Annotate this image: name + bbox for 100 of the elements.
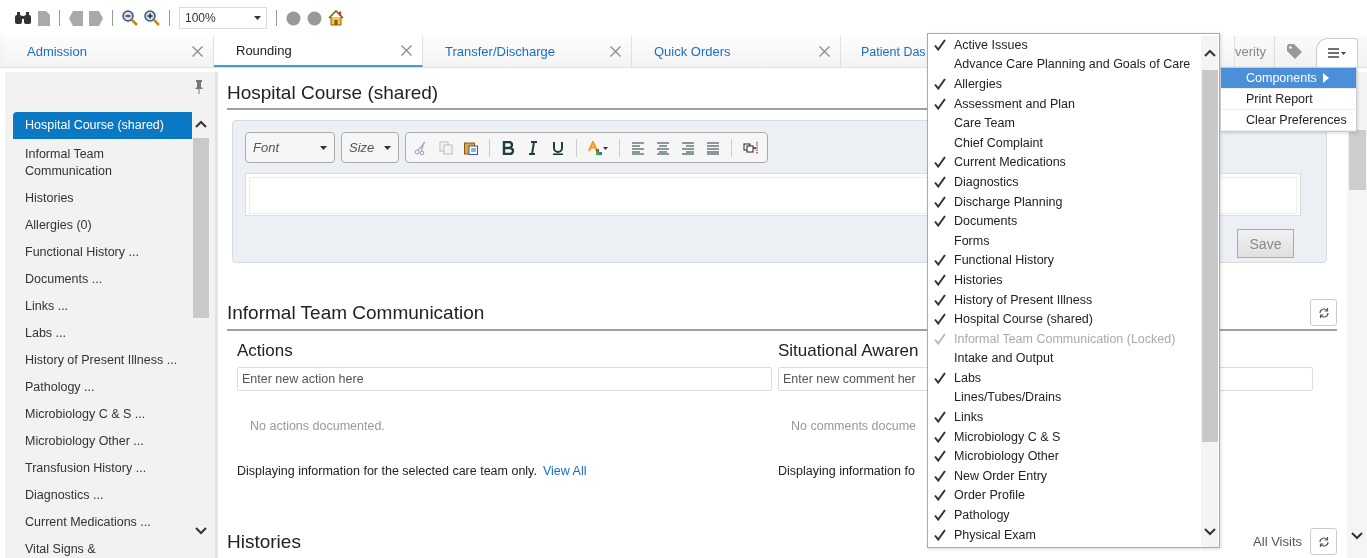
zoom-in-icon[interactable]: [144, 10, 160, 26]
menu-icon[interactable]: [1328, 48, 1346, 58]
menu-item[interactable]: Diagnostics: [928, 172, 1201, 192]
size-dropdown[interactable]: Size: [341, 132, 399, 163]
scrollbar-thumb[interactable]: [192, 138, 209, 318]
check-icon: [934, 195, 946, 208]
info-text: Displaying information for the selected care team only.: [237, 464, 537, 478]
menu-item[interactable]: Labs: [928, 368, 1201, 388]
forward-icon[interactable]: [89, 10, 103, 26]
scrollbar-thumb[interactable]: [1201, 70, 1218, 442]
check-icon: [934, 430, 946, 443]
binoculars-icon[interactable]: [14, 11, 32, 25]
sidebar-item[interactable]: Microbiology Other ...: [13, 428, 156, 455]
menu-item[interactable]: Assessment and Plan: [928, 93, 1201, 114]
menu-item[interactable]: Clear Preferences: [1221, 110, 1356, 131]
scissors-icon[interactable]: [414, 140, 428, 155]
menu-item[interactable]: Intake and Output: [928, 348, 1201, 369]
refresh-button[interactable]: [1310, 528, 1337, 555]
sidebar-item[interactable]: Transfusion History ...: [13, 455, 159, 482]
close-icon[interactable]: [610, 46, 621, 57]
scroll-down-icon[interactable]: [1351, 532, 1363, 540]
paste-icon[interactable]: [464, 140, 478, 155]
menu-item[interactable]: New Order Entry: [928, 466, 1201, 486]
sidebar-item[interactable]: Functional History ...: [13, 239, 151, 266]
italic-icon[interactable]: [526, 140, 540, 155]
sidebar-item[interactable]: Hospital Course (shared): [13, 112, 192, 139]
bold-icon[interactable]: [501, 140, 515, 155]
refresh-icon: [1317, 535, 1330, 548]
font-dropdown[interactable]: Font: [245, 132, 335, 163]
scroll-up-icon[interactable]: [1203, 49, 1216, 57]
zoom-out-icon[interactable]: [122, 10, 138, 26]
check-icon: [934, 175, 946, 188]
check-icon: [934, 254, 946, 267]
menu-item[interactable]: Histories: [928, 270, 1201, 290]
menu-item[interactable]: Links: [928, 407, 1201, 427]
menu-item[interactable]: Functional History: [928, 250, 1201, 271]
menu-button[interactable]: [1316, 38, 1358, 67]
pin-icon[interactable]: [195, 80, 203, 94]
circle-icon[interactable]: [307, 10, 322, 26]
menu-item[interactable]: Physical Exam: [928, 524, 1201, 545]
insert-icon[interactable]: [743, 140, 759, 155]
menu-item[interactable]: Hospital Course (shared): [928, 309, 1201, 329]
menu-item[interactable]: Print Report: [1221, 89, 1356, 110]
view-all-link[interactable]: View All: [542, 464, 587, 478]
sidebar-item[interactable]: Microbiology C & S ...: [13, 401, 158, 428]
document-icon[interactable]: [38, 10, 50, 26]
sidebar-item[interactable]: Documents ...: [13, 266, 115, 293]
sidebar-item[interactable]: Informal Team Communication: [13, 141, 124, 185]
refresh-icon: [1317, 306, 1330, 319]
sidebar-item[interactable]: Pathology ...: [13, 374, 107, 401]
underline-icon[interactable]: [551, 140, 565, 155]
menu-item[interactable]: Allergies: [928, 74, 1201, 94]
zoom-dropdown[interactable]: 100%: [179, 7, 267, 29]
menu-item[interactable]: Current Medications: [928, 152, 1201, 173]
menu-item[interactable]: Documents: [928, 211, 1201, 231]
sidebar-item[interactable]: Vital Signs &: [13, 536, 108, 558]
menu-item[interactable]: Microbiology Other: [928, 446, 1201, 467]
menu-item[interactable]: Pathology: [928, 505, 1201, 525]
sidebar-item[interactable]: Links ...: [13, 293, 81, 320]
menu-item[interactable]: History of Present Illness: [928, 289, 1201, 310]
scroll-up-icon[interactable]: [194, 120, 207, 128]
check-icon: [934, 411, 946, 424]
close-icon[interactable]: [401, 45, 412, 56]
tag-icon[interactable]: [1287, 44, 1302, 59]
align-left-icon[interactable]: [631, 140, 645, 155]
menu-item[interactable]: Order Profile: [928, 485, 1201, 506]
justify-icon[interactable]: [706, 140, 720, 155]
menu-item[interactable]: Lines/Tubes/Drains: [928, 387, 1201, 408]
align-right-icon[interactable]: [681, 140, 695, 155]
check-icon: [934, 528, 946, 541]
sidebar-item[interactable]: Current Medications ...: [13, 509, 163, 536]
scroll-down-icon[interactable]: [1203, 528, 1216, 536]
sidebar-item[interactable]: History of Present Illness ...: [13, 347, 190, 374]
menu-item[interactable]: Forms: [928, 230, 1201, 251]
scrollbar-thumb[interactable]: [1348, 130, 1366, 190]
input-field[interactable]: Enter new action here: [237, 367, 772, 391]
menu-item[interactable]: Active Issues: [928, 35, 1201, 55]
close-icon[interactable]: [192, 46, 203, 57]
menu-item[interactable]: Microbiology C & S: [928, 426, 1201, 447]
check-icon: [934, 509, 946, 522]
close-icon[interactable]: [819, 46, 830, 57]
menu-item[interactable]: Advance Care Planning and Goals of Care: [928, 54, 1201, 75]
back-icon[interactable]: [69, 10, 83, 26]
menu-item[interactable]: Care Team: [928, 113, 1201, 133]
filter-label[interactable]: All Visits: [1253, 529, 1302, 554]
sidebar-item[interactable]: Histories: [13, 185, 86, 212]
align-center-icon[interactable]: [656, 140, 670, 155]
refresh-button[interactable]: [1310, 299, 1337, 326]
tab[interactable]: Rounding: [214, 36, 423, 67]
sidebar-item[interactable]: Labs ...: [13, 320, 78, 347]
check-icon: [934, 332, 946, 345]
text-color-icon[interactable]: [588, 140, 608, 155]
scroll-down-icon[interactable]: [194, 527, 207, 535]
circle-icon[interactable]: [286, 10, 301, 26]
menu-item[interactable]: Chief Complaint: [928, 132, 1201, 153]
check-icon: [934, 273, 946, 286]
menu-item[interactable]: Discharge Planning: [928, 191, 1201, 212]
sidebar-item[interactable]: Allergies (0): [13, 212, 104, 239]
sidebar-item[interactable]: Diagnostics ...: [13, 482, 116, 509]
home-icon[interactable]: [328, 10, 344, 26]
